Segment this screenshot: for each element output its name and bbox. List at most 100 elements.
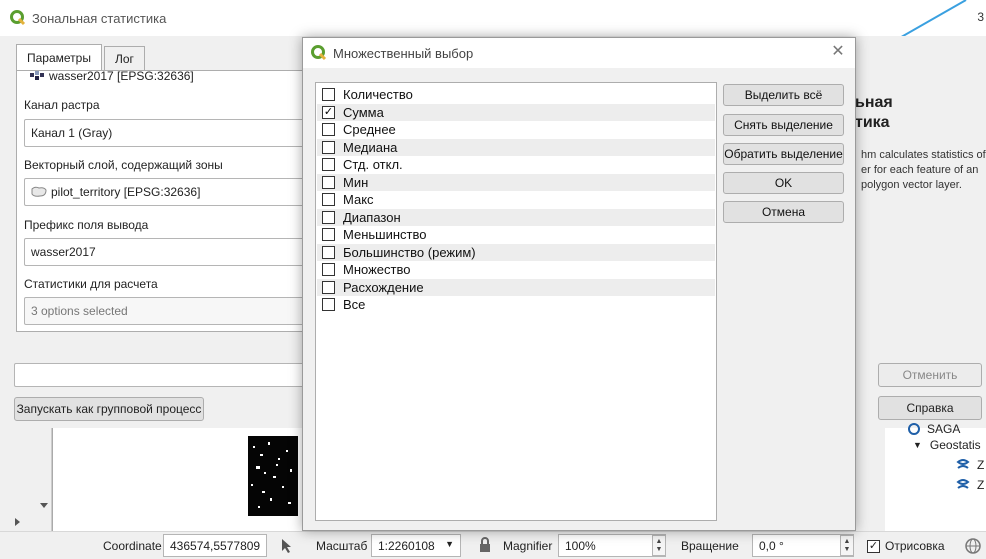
option-row[interactable]: Большинство (режим) [317,243,715,261]
vector-layer-combo[interactable]: pilot_territory [EPSG:32636] [24,178,314,206]
option-row[interactable]: ✓ Сумма [317,103,715,121]
help-text: hm calculates statistics of er for each … [861,148,986,193]
select-all-button[interactable]: Выделить всё [723,84,844,106]
help-title: ьная тика [855,93,893,133]
option-label: Диапазон [343,209,401,225]
option-label: Множество [343,262,411,278]
rotation-label: Вращение [681,539,739,553]
option-checkbox[interactable] [322,245,335,259]
option-checkbox[interactable] [322,140,335,154]
window-title: Зональная статистика [32,10,167,26]
option-checkbox[interactable] [322,280,335,294]
rotation-spinner[interactable]: ▲ ▼ [840,535,854,556]
option-row[interactable]: Среднее [317,121,715,139]
option-row[interactable]: Макс [317,191,715,209]
option-label: Расхождение [343,279,424,295]
polygon-layer-icon [31,186,47,197]
cancel-button[interactable]: Отмена [723,201,844,223]
option-row[interactable]: Медиана [317,138,715,156]
help-title-line2: тика [855,114,890,131]
tab-log[interactable]: Лог [103,46,145,70]
option-checkbox[interactable]: ✓ [322,105,335,119]
chevron-down-icon[interactable]: ▼ [445,539,454,549]
option-label: Мин [343,174,369,190]
statistics-label: Статистики для расчета [24,277,158,291]
tree-item-saga[interactable]: SAGA [907,422,960,436]
spin-up-icon[interactable]: ▲ [656,538,663,546]
spin-up-icon[interactable]: ▲ [844,538,851,546]
option-row[interactable]: Количество [317,86,715,104]
parameters-panel: wasser2017 [EPSG:32636] Канал растра Кан… [16,70,316,332]
coordinate-label: Coordinate [103,539,162,553]
option-checkbox[interactable] [322,298,335,312]
option-row[interactable]: Стд. откл. [317,156,715,174]
band-combo[interactable]: Канал 1 (Gray) [24,119,314,147]
rotation-input[interactable]: 0,0 ° [752,534,854,557]
option-label: Сумма [343,104,384,120]
help-button[interactable]: Справка [878,396,982,420]
scale-combo[interactable]: 1:2260108 ▼ [371,534,461,557]
vector-layer-label: Векторный слой, содержащий зоны [24,158,223,172]
batch-process-button[interactable]: Запускать как групповой процесс [14,397,204,421]
horizontal-scrollbar[interactable] [0,513,36,531]
tree-item-geostatistics-label: Geostatis [929,438,981,452]
option-row[interactable]: Мин [317,173,715,191]
mouse-pointer-icon[interactable] [278,537,296,555]
magnifier-input[interactable]: 100% [558,534,666,557]
tab-parameters[interactable]: Параметры [16,44,102,70]
option-checkbox[interactable] [322,228,335,242]
raster-layer-combo[interactable]: wasser2017 [EPSG:32636] [24,71,314,87]
dialog-title: Множественный выбор [333,45,474,61]
ok-button[interactable]: OK [723,172,844,194]
tree-item-geostatistics[interactable]: ▼ Geostatis [913,438,981,452]
invert-selection-button[interactable]: Обратить выделение [723,143,844,165]
option-row[interactable]: Диапазон [317,208,715,226]
render-label: Отрисовка [885,539,945,553]
option-row[interactable]: Меньшинство [317,226,715,244]
statistics-options-list: Количество ✓ Сумма Среднее Медиана Стд. откл.… [315,82,717,521]
raster-layer-icon [30,71,44,80]
option-checkbox[interactable] [322,175,335,189]
corner-digit: 3 [977,10,984,24]
scroll-down-icon[interactable] [39,502,49,510]
globe-icon[interactable] [964,537,982,555]
render-checkbox[interactable]: ✓ [867,540,880,553]
tab-bar: Параметры Лог [16,44,147,70]
band-value: Канал 1 (Gray) [31,126,113,140]
cancel-run-button[interactable]: Отменить [878,363,982,387]
tree-item-zonal-1[interactable]: Z [955,457,984,473]
help-text-line3: polygon vector layer. [861,179,962,191]
statistics-value: 3 options selected [31,304,128,318]
qgis-logo-icon [10,10,26,26]
map-canvas[interactable] [52,428,312,531]
scroll-right-icon[interactable] [14,517,22,527]
tree-item-zonal-2[interactable]: Z [955,477,984,493]
statistics-selector[interactable]: 3 options selected [24,297,314,325]
option-row[interactable]: Расхождение [317,278,715,296]
option-checkbox[interactable] [322,88,335,102]
processing-toolbox-tree: SAGA ▼ Geostatis Z Z [885,422,986,531]
prefix-input[interactable]: wasser2017 [24,238,314,266]
option-checkbox[interactable] [322,158,335,172]
raster-layer-value: wasser2017 [EPSG:32636] [49,71,194,83]
vertical-scrollbar[interactable] [36,428,52,531]
spin-down-icon[interactable]: ▼ [844,546,851,554]
tree-expand-icon[interactable]: ▼ [913,440,922,450]
close-icon[interactable]: ✕ [829,43,847,61]
option-checkbox[interactable] [322,193,335,207]
option-row[interactable]: Множество [317,261,715,279]
option-row[interactable]: Все [317,296,715,314]
lock-icon[interactable] [478,537,492,553]
option-checkbox[interactable] [322,263,335,277]
tab-parameters-label: Параметры [27,50,91,65]
option-checkbox[interactable] [322,210,335,224]
status-bar: Coordinate 436574,5577809 Масштаб 1:2260… [0,531,986,559]
coordinate-input[interactable]: 436574,5577809 [163,534,267,557]
magnifier-spinner[interactable]: ▲ ▼ [652,535,666,556]
option-checkbox[interactable] [322,123,335,137]
spin-down-icon[interactable]: ▼ [656,546,663,554]
clear-selection-button[interactable]: Снять выделение [723,114,844,136]
saga-tool-icon [956,479,970,489]
option-label: Меньшинство [343,227,427,243]
prefix-label: Префикс поля вывода [24,218,149,232]
